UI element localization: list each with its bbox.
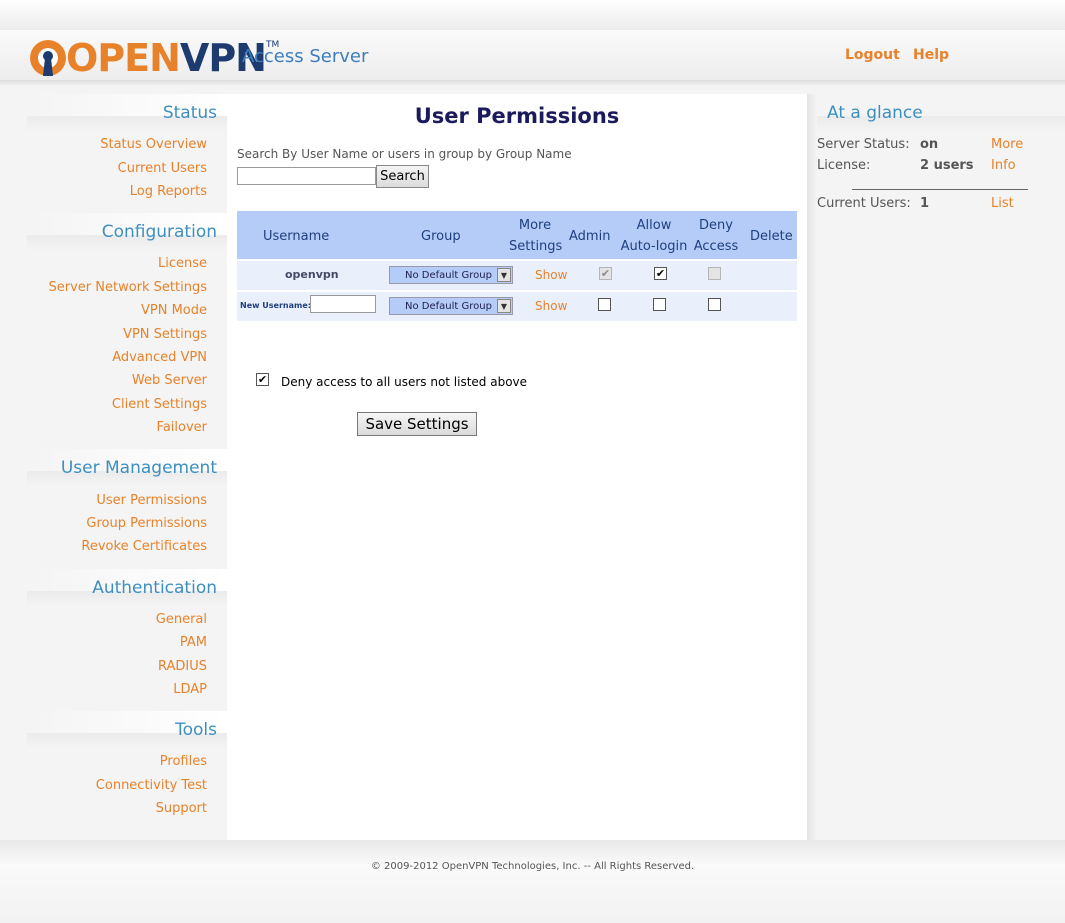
app-subtitle: Access Server	[242, 46, 369, 67]
deny-all-label: Deny access to all users not listed abov…	[281, 375, 528, 389]
server-status-label: Server Status:	[817, 137, 910, 152]
sidebar-item-vpn-settings[interactable]: VPN Settings	[123, 327, 207, 342]
glance-divider	[852, 189, 1028, 190]
sidebar: Status Status Overview Current Users Log…	[0, 94, 227, 840]
table-row: openvpn No Default Group ▼ Show ✔ ✔	[237, 261, 797, 290]
sidebar-item-pam[interactable]: PAM	[180, 635, 207, 650]
current-users-list-link[interactable]: List	[991, 196, 1014, 211]
column-header-username: Username	[263, 229, 330, 244]
group-select[interactable]: No Default Group ▼	[389, 266, 513, 284]
column-header-allow-line1: Allow	[636, 218, 672, 233]
sidebar-section-configuration: Configuration	[27, 213, 227, 251]
main-panel-shadow	[807, 94, 817, 840]
main-panel: User Permissions Search By User Name or …	[227, 94, 807, 840]
openvpn-logo-icon	[30, 40, 66, 76]
new-username-label: New Username:	[240, 301, 311, 310]
auto-login-checkbox[interactable]: ✔	[654, 267, 667, 280]
sidebar-item-failover[interactable]: Failover	[157, 420, 207, 435]
sidebar-item-connectivity-test[interactable]: Connectivity Test	[96, 778, 207, 793]
glance-header: At a glance	[817, 94, 1065, 132]
at-a-glance-panel: At a glance Server Status: on More Licen…	[817, 94, 1065, 840]
help-link[interactable]: Help	[913, 47, 949, 63]
deny-access-checkbox	[708, 267, 721, 280]
copyright-text: © 2009-2012 OpenVPN Technologies, Inc. -…	[370, 861, 695, 872]
sidebar-item-revoke-certificates[interactable]: Revoke Certificates	[81, 539, 207, 554]
license-label: License:	[817, 158, 871, 173]
save-settings-button[interactable]: Save Settings	[357, 412, 477, 436]
sidebar-item-status-overview[interactable]: Status Overview	[100, 137, 207, 152]
sidebar-item-client-settings[interactable]: Client Settings	[112, 397, 207, 412]
current-users-label: Current Users:	[817, 196, 911, 211]
column-header-more-settings: More Settings	[509, 215, 563, 257]
new-user-more-settings-show-link[interactable]: Show	[535, 299, 567, 313]
search-input[interactable]	[237, 167, 376, 185]
license-value: 2 users	[920, 158, 974, 173]
column-header-allow-auto-login: Allow Auto-login	[618, 215, 690, 257]
sidebar-item-log-reports[interactable]: Log Reports	[130, 184, 207, 199]
server-status-more-link[interactable]: More	[991, 137, 1023, 152]
column-header-deny-line1: Deny	[699, 218, 733, 233]
sidebar-section-status: Status	[27, 94, 227, 132]
sidebar-section-title: Configuration	[101, 222, 217, 242]
more-settings-show-link[interactable]: Show	[535, 268, 567, 282]
username-cell: openvpn	[285, 268, 339, 281]
sidebar-item-ldap[interactable]: LDAP	[173, 682, 207, 697]
group-select-value: No Default Group	[405, 270, 492, 281]
new-user-admin-checkbox[interactable]	[598, 298, 611, 311]
column-header-admin: Admin	[569, 229, 611, 244]
column-header-group: Group	[421, 229, 461, 244]
logo-text-open: OPEN	[66, 36, 181, 80]
group-select-value: No Default Group	[405, 301, 492, 312]
footer: © 2009-2012 OpenVPN Technologies, Inc. -…	[0, 840, 1065, 923]
new-user-auto-login-checkbox[interactable]	[653, 298, 666, 311]
sidebar-item-general[interactable]: General	[156, 612, 207, 627]
sidebar-section-title: Status	[162, 103, 217, 123]
column-header-allow-line2: Auto-login	[620, 239, 688, 254]
sidebar-item-radius[interactable]: RADIUS	[158, 659, 207, 674]
sidebar-item-vpn-mode[interactable]: VPN Mode	[141, 303, 207, 318]
admin-checkbox: ✔	[599, 267, 612, 280]
new-user-row: New Username: No Default Group ▼ Show	[237, 292, 797, 321]
sidebar-section-title: Authentication	[92, 578, 217, 598]
header-divider	[0, 80, 1065, 86]
new-user-group-select[interactable]: No Default Group ▼	[389, 297, 513, 315]
chevron-down-icon[interactable]: ▼	[497, 299, 511, 313]
sidebar-item-license[interactable]: License	[158, 256, 207, 271]
sidebar-section-authentication: Authentication	[27, 569, 227, 607]
column-header-more-line1: More	[518, 218, 552, 233]
server-status-value: on	[920, 137, 939, 152]
sidebar-section-title: Tools	[175, 720, 217, 740]
new-user-deny-access-checkbox[interactable]	[708, 298, 721, 311]
top-strip	[0, 0, 1065, 30]
current-users-value: 1	[920, 196, 930, 211]
search-button[interactable]: Search	[376, 165, 429, 188]
search-label: Search By User Name or users in group by…	[237, 147, 572, 161]
sidebar-item-web-server[interactable]: Web Server	[132, 373, 207, 388]
column-header-more-line2: Settings	[509, 239, 563, 254]
license-info-link[interactable]: Info	[991, 158, 1016, 173]
sidebar-section-user-management: User Management	[27, 449, 227, 487]
sidebar-item-support[interactable]: Support	[156, 801, 207, 816]
table-header: Username Group More Settings Admin Allow…	[237, 211, 797, 259]
glance-title: At a glance	[827, 103, 923, 123]
sidebar-item-group-permissions[interactable]: Group Permissions	[86, 516, 207, 531]
column-header-deny-line2: Access	[693, 239, 739, 254]
sidebar-item-advanced-vpn[interactable]: Advanced VPN	[112, 350, 207, 365]
sidebar-section-tools: Tools	[27, 711, 227, 749]
sidebar-section-title: User Management	[60, 458, 217, 478]
column-header-delete: Delete	[750, 229, 793, 244]
column-header-deny-access: Deny Access	[693, 215, 739, 257]
sidebar-item-user-permissions[interactable]: User Permissions	[96, 493, 207, 508]
deny-all-checkbox[interactable]: ✔	[256, 373, 269, 386]
chevron-down-icon[interactable]: ▼	[497, 268, 511, 282]
new-username-input[interactable]	[310, 295, 376, 313]
sidebar-item-current-users[interactable]: Current Users	[118, 161, 207, 176]
sidebar-item-profiles[interactable]: Profiles	[160, 754, 207, 769]
logout-link[interactable]: Logout	[845, 47, 900, 63]
sidebar-item-server-network-settings[interactable]: Server Network Settings	[49, 280, 208, 295]
page-title: User Permissions	[414, 104, 620, 128]
